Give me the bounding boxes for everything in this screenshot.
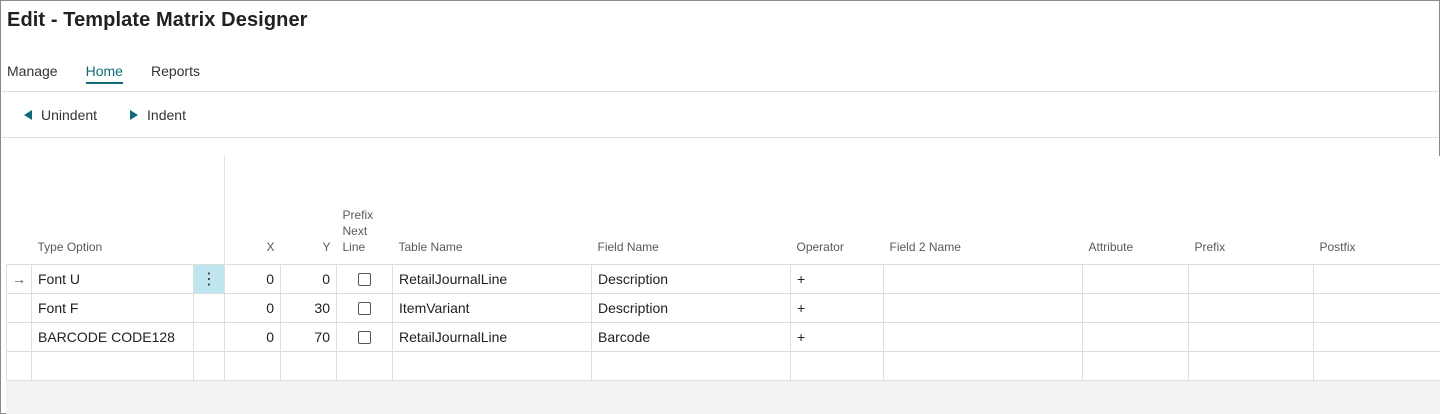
header-y[interactable]: Y [280, 156, 337, 264]
cell-y[interactable]: 30 [280, 292, 337, 323]
cell-operator[interactable] [790, 350, 884, 381]
action-tabs: Manage Home Reports [7, 63, 228, 84]
table-header-row: Type Option X Y Prefix Next Line Table N… [6, 156, 1440, 264]
header-postfix[interactable]: Postfix [1313, 156, 1440, 264]
matrix-grid: Type Option X Y Prefix Next Line Table N… [6, 156, 1440, 414]
table-row[interactable]: BARCODE CODE128 0 70 RetailJournalLine B… [6, 321, 1440, 352]
cell-prefix[interactable] [1188, 350, 1314, 381]
cell-operator[interactable]: + [790, 321, 884, 352]
header-type-option[interactable]: Type Option [31, 156, 194, 264]
row-menu-icon[interactable]: ⋮ [193, 263, 225, 294]
cell-field-name[interactable]: Barcode [591, 321, 791, 352]
cell-y[interactable]: 0 [280, 263, 337, 294]
cell-row-menu[interactable] [193, 350, 225, 381]
prefix-next-line-checkbox[interactable] [358, 302, 371, 316]
cell-prefix-next-line [336, 292, 393, 323]
cell-type-option[interactable]: Font F [31, 292, 194, 323]
cell-x[interactable]: 0 [224, 321, 281, 352]
unindent-button[interactable]: Unindent [23, 107, 97, 123]
action-bar: Unindent Indent [23, 107, 218, 123]
cell-table-name[interactable]: RetailJournalLine [392, 263, 592, 294]
cell-type-option[interactable]: Font U [31, 263, 194, 294]
window-frame: Edit - Template Matrix Designer Manage H… [0, 0, 1440, 414]
cell-y[interactable] [280, 350, 337, 381]
matrix-table: Type Option X Y Prefix Next Line Table N… [6, 156, 1440, 381]
cell-table-name[interactable]: ItemVariant [392, 292, 592, 323]
header-table-name[interactable]: Table Name [392, 156, 592, 264]
cell-field-name[interactable] [591, 350, 791, 381]
cell-attribute[interactable] [1082, 292, 1189, 323]
cell-prefix-next-line [336, 263, 393, 294]
header-operator[interactable]: Operator [790, 156, 884, 264]
divider [2, 91, 1438, 92]
triangle-right-icon [130, 110, 139, 120]
cell-row-menu[interactable] [193, 321, 225, 352]
indent-label: Indent [147, 107, 186, 123]
cell-field2-name[interactable] [883, 350, 1083, 381]
table-row[interactable]: Font F 0 30 ItemVariant Description + [6, 292, 1440, 323]
tab-manage[interactable]: Manage [7, 63, 58, 84]
header-menu [193, 156, 225, 264]
cell-field2-name[interactable] [883, 321, 1083, 352]
header-prefix[interactable]: Prefix [1188, 156, 1314, 264]
cell-x[interactable]: 0 [224, 292, 281, 323]
row-indicator [6, 350, 32, 381]
current-row-arrow-icon: → [6, 263, 32, 294]
prefix-next-line-checkbox[interactable] [358, 331, 371, 345]
cell-operator[interactable]: + [790, 263, 884, 294]
unindent-label: Unindent [41, 107, 98, 123]
cell-field2-name[interactable] [883, 292, 1083, 323]
divider [2, 137, 1438, 138]
tab-home[interactable]: Home [85, 63, 123, 84]
cell-operator[interactable]: + [790, 292, 884, 323]
tab-reports[interactable]: Reports [151, 63, 200, 84]
cell-prefix[interactable] [1188, 321, 1314, 352]
cell-row-menu[interactable] [193, 292, 225, 323]
cell-x[interactable] [224, 350, 281, 381]
cell-field2-name[interactable] [883, 263, 1083, 294]
row-indicator [6, 292, 32, 323]
cell-postfix[interactable] [1313, 321, 1440, 352]
cell-prefix[interactable] [1188, 263, 1314, 294]
cell-y[interactable]: 70 [280, 321, 337, 352]
cell-type-option[interactable]: BARCODE CODE128 [31, 321, 194, 352]
cell-postfix[interactable] [1313, 263, 1440, 294]
cell-prefix-next-line [336, 321, 393, 352]
cell-table-name[interactable]: RetailJournalLine [392, 321, 592, 352]
header-prefix-next-line[interactable]: Prefix Next Line [336, 156, 393, 264]
header-indicator [6, 156, 32, 264]
triangle-left-icon [24, 110, 32, 120]
cell-field-name[interactable]: Description [591, 292, 791, 323]
table-row[interactable]: → Font U ⋮ 0 0 RetailJournalLine Descrip… [6, 263, 1440, 294]
cell-postfix[interactable] [1313, 292, 1440, 323]
header-field-name[interactable]: Field Name [591, 156, 791, 264]
cell-table-name[interactable] [392, 350, 592, 381]
cell-attribute[interactable] [1082, 321, 1189, 352]
prefix-next-line-checkbox[interactable] [358, 273, 371, 287]
cell-attribute[interactable] [1082, 350, 1189, 381]
header-x[interactable]: X [224, 156, 281, 264]
indent-button[interactable]: Indent [129, 107, 186, 123]
row-indicator [6, 321, 32, 352]
page-title: Edit - Template Matrix Designer [7, 9, 308, 31]
cell-attribute[interactable] [1082, 263, 1189, 294]
cell-postfix[interactable] [1313, 350, 1440, 381]
header-field2-name[interactable]: Field 2 Name [883, 156, 1083, 264]
table-row-new[interactable] [6, 350, 1440, 381]
cell-prefix-next-line[interactable] [336, 350, 393, 381]
cell-type-option[interactable] [31, 350, 194, 381]
cell-field-name[interactable]: Description [591, 263, 791, 294]
cell-x[interactable]: 0 [224, 263, 281, 294]
cell-prefix[interactable] [1188, 292, 1314, 323]
header-attribute[interactable]: Attribute [1082, 156, 1189, 264]
